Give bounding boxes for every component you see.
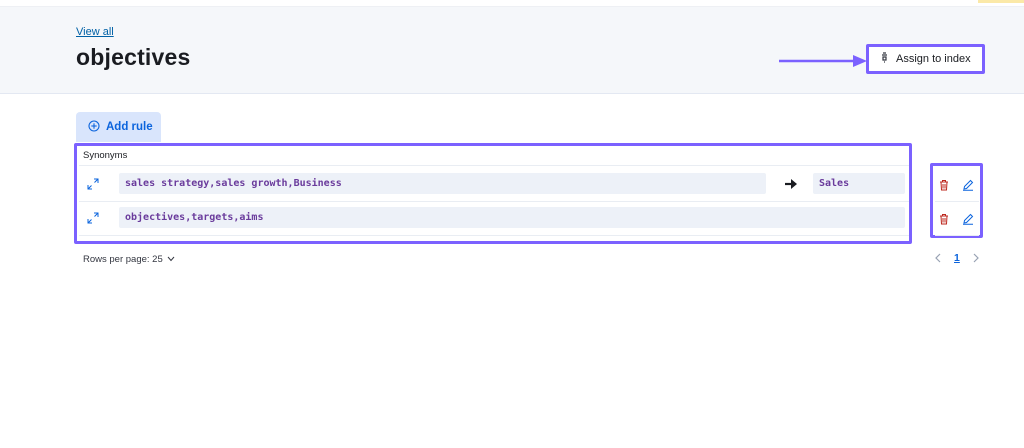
- row-actions-column: [930, 163, 983, 238]
- add-rule-label: Add rule: [106, 121, 153, 133]
- chevron-left-icon[interactable]: [934, 253, 942, 263]
- chevron-right-icon[interactable]: [972, 253, 980, 263]
- assign-to-index-button[interactable]: Assign to index: [872, 49, 979, 69]
- mapped-to-field[interactable]: Sales: [813, 173, 905, 194]
- trash-icon[interactable]: [938, 178, 950, 191]
- pencil-icon[interactable]: [962, 178, 974, 191]
- annotation-arrow: [779, 55, 867, 67]
- add-rule-button[interactable]: Add rule: [76, 112, 161, 142]
- synonyms-field[interactable]: sales strategy,sales growth,Business: [119, 173, 766, 194]
- top-strip: [0, 0, 1024, 7]
- index-assign-icon: [880, 51, 890, 67]
- assign-to-index-highlight: Assign to index: [866, 44, 985, 74]
- row-divider: [79, 201, 909, 202]
- action-divider: [935, 235, 979, 236]
- pencil-icon[interactable]: [962, 212, 974, 225]
- rows-per-page-label: Rows per page: 25: [83, 254, 163, 265]
- header-divider: [79, 165, 909, 166]
- trash-icon[interactable]: [938, 212, 950, 225]
- page-number[interactable]: 1: [954, 252, 960, 264]
- assign-to-index-label: Assign to index: [896, 53, 971, 65]
- rows-per-page-selector[interactable]: Rows per page: 25: [83, 254, 175, 265]
- top-accent-bar: [978, 0, 1024, 3]
- column-header-synonyms: Synonyms: [83, 150, 128, 161]
- arrow-right-icon: [785, 179, 797, 189]
- pagination: 1: [934, 252, 980, 264]
- expand-icon[interactable]: [87, 211, 99, 224]
- view-all-link[interactable]: View all: [76, 26, 114, 38]
- synonyms-table: Synonyms sales strategy,sales growth,Bus…: [74, 143, 912, 244]
- chevron-down-icon: [167, 254, 175, 265]
- expand-icon[interactable]: [87, 177, 99, 190]
- row-divider: [79, 235, 909, 236]
- page-title: objectives: [76, 44, 191, 70]
- plus-circle-icon: [88, 119, 100, 135]
- action-divider: [935, 201, 979, 202]
- synonyms-field[interactable]: objectives,targets,aims: [119, 207, 905, 228]
